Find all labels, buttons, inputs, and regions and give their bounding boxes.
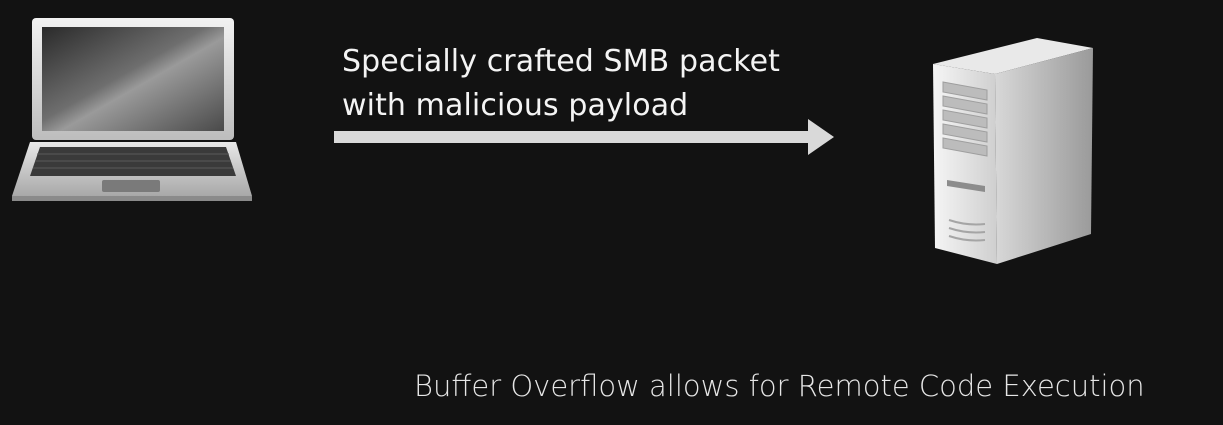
caption: Buffer Overflow allows for Remote Code E… [414, 369, 1145, 403]
packet-label: Specially crafted SMB packet with malici… [342, 40, 862, 128]
attack-diagram: Specially crafted SMB packet with malici… [0, 0, 1223, 425]
server-tower-icon [933, 38, 1093, 264]
laptop-icon [12, 18, 252, 201]
arrow-right-icon [334, 119, 834, 155]
packet-label-line1: Specially crafted SMB packet [342, 44, 781, 79]
